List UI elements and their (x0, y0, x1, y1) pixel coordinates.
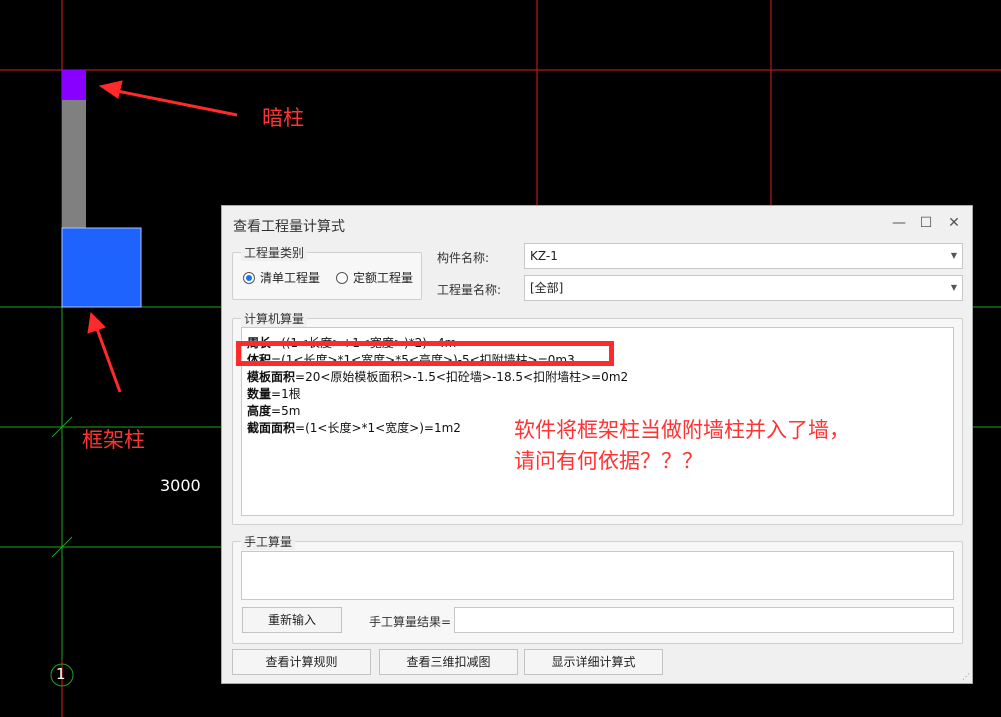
component-name-label: 构件名称: (437, 251, 490, 265)
hidden-column (62, 70, 86, 100)
quantity-type-group: 工程量类别 清单工程量 定额工程量 (232, 244, 422, 300)
frame-column (61, 227, 142, 308)
close-button[interactable]: ✕ (943, 214, 965, 232)
dropdown-arrow-icon: ▼ (950, 251, 957, 260)
radio-bill-quantity[interactable]: 清单工程量 (243, 269, 320, 286)
component-name-select[interactable]: KZ-1 ▼ (524, 243, 963, 269)
calc-line-height: 高度=5m (247, 404, 301, 418)
quantity-name-select[interactable]: [全部] ▼ (524, 275, 963, 301)
question-annotation-line2: 请问有何依据？？？ (514, 449, 703, 473)
dropdown-arrow-icon: ▼ (950, 283, 957, 292)
reenter-button[interactable]: 重新输入 (242, 607, 342, 633)
highlight-box (236, 341, 614, 366)
view-3d-deduction-button[interactable]: 查看三维扣减图 (379, 649, 518, 675)
manual-calc-group: 手工算量 重新输入 手工算量结果= (232, 533, 963, 644)
maximize-button[interactable]: ☐ (915, 214, 937, 232)
dialog-title: 查看工程量计算式 (233, 219, 345, 235)
radio-label: 定额工程量 (353, 271, 414, 285)
manual-result-input[interactable] (454, 607, 954, 633)
quantity-type-legend: 工程量类别 (241, 244, 308, 261)
frame-column-annotation: 框架柱 (82, 428, 145, 452)
axis-label: 1 (56, 665, 66, 683)
arrow-to-frame-column (87, 311, 122, 393)
resize-grip-icon[interactable]: ⋰ (962, 672, 970, 681)
manual-calc-legend: 手工算量 (241, 533, 296, 550)
quantity-name-label: 工程量名称: (437, 283, 502, 297)
calc-line-section-area: 截面面积=(1<长度>*1<宽度>)=1m2 (247, 421, 461, 435)
manual-result-label: 手工算量结果= (369, 615, 452, 629)
view-calc-rules-button[interactable]: 查看计算规则 (232, 649, 371, 675)
arrow-to-hidden-column (98, 80, 238, 117)
manual-calc-textarea[interactable] (241, 551, 954, 600)
wall (62, 100, 86, 228)
minimize-button[interactable]: — (888, 214, 910, 232)
calc-line-count: 数量=1根 (247, 387, 301, 401)
show-detailed-formula-button[interactable]: 显示详细计算式 (524, 649, 663, 675)
radio-unchecked-icon (336, 271, 348, 284)
question-annotation-line1: 软件将框架柱当做附墙柱并入了墙， (514, 418, 850, 442)
dimension-label: 3000 (160, 476, 201, 495)
component-name-value: KZ-1 (530, 249, 558, 263)
radio-quota-quantity[interactable]: 定额工程量 (336, 269, 413, 286)
computer-calc-legend: 计算机算量 (241, 310, 308, 327)
radio-label: 清单工程量 (260, 271, 321, 285)
quantity-name-value: [全部] (530, 281, 564, 295)
hidden-column-annotation: 暗柱 (262, 106, 304, 130)
radio-checked-icon (243, 271, 255, 284)
calc-line-formwork-area: 模板面积=20<原始模板面积>-1.5<扣砼墙>-18.5<扣附墙柱>=0m2 (247, 370, 629, 384)
